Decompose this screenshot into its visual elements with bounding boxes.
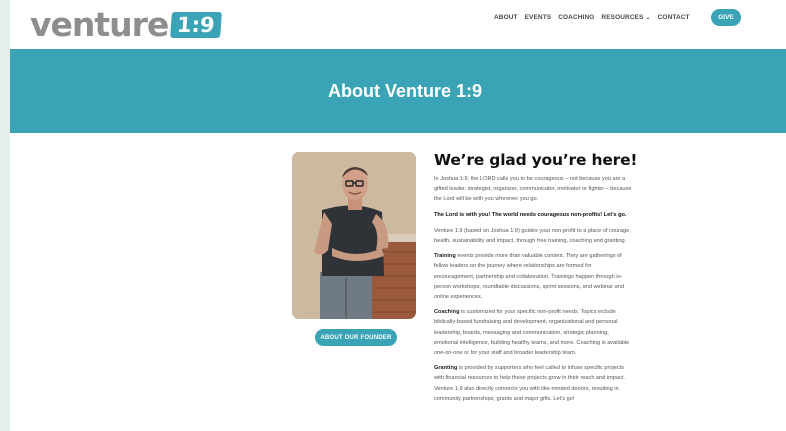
give-button[interactable]: GIVE [711,9,741,26]
tagline-paragraph: The Lord is with you! The world needs co… [434,211,627,218]
nav-coaching[interactable]: COACHING [558,14,594,21]
nav-about[interactable]: ABOUT [494,14,518,21]
logo-wordmark: venture [30,5,169,44]
about-our-founder-button[interactable]: ABOUT OUR FOUNDER [315,329,397,346]
logo-badge: 1:9 [170,12,222,38]
training-paragraph: Training events provide more than valuab… [434,251,632,302]
intro-paragraph: In Joshua 1:9, the LORD calls you to be … [434,176,632,203]
nav-contact[interactable]: CONTACT [658,14,690,21]
main-nav: ABOUT EVENTS COACHING RESOURCES ⌄ CONTAC… [494,14,690,21]
page-title: About Venture 1:9 [327,80,483,101]
overview-paragraph: Venture 1:9 (based on Joshua 1:9) guides… [434,227,631,245]
venture-logo[interactable]: venture 1:9 [30,5,222,44]
founder-photo [292,152,416,319]
granting-paragraph: Granting is provided by supporters who f… [434,363,632,404]
nav-resources-label: RESOURCES [601,14,644,21]
founder-photo-illustration [292,152,416,319]
chevron-down-icon: ⌄ [645,15,651,21]
coaching-label: Coaching [434,309,460,316]
training-label: Training [434,253,456,260]
nav-events[interactable]: EVENTS [525,14,552,21]
coaching-paragraph: Coaching is customized for your specific… [434,307,632,358]
training-text: events provide more than valuable conten… [434,253,624,301]
nav-resources[interactable]: RESOURCES ⌄ [601,14,650,21]
page: venture 1:9 ABOUT EVENTS COACHING RESOUR… [10,0,786,431]
page-banner: About Venture 1:9 [10,49,786,133]
granting-text: is provided by supporters who feel calle… [434,365,625,402]
site-header: venture 1:9 ABOUT EVENTS COACHING RESOUR… [10,0,786,49]
granting-label: Granting [434,365,458,372]
about-content: We’re glad you’re here! In Joshua 1:9, t… [434,151,638,409]
content-heading: We’re glad you’re here! [434,151,638,169]
coaching-text: is customized for your specific non-prof… [434,309,630,357]
